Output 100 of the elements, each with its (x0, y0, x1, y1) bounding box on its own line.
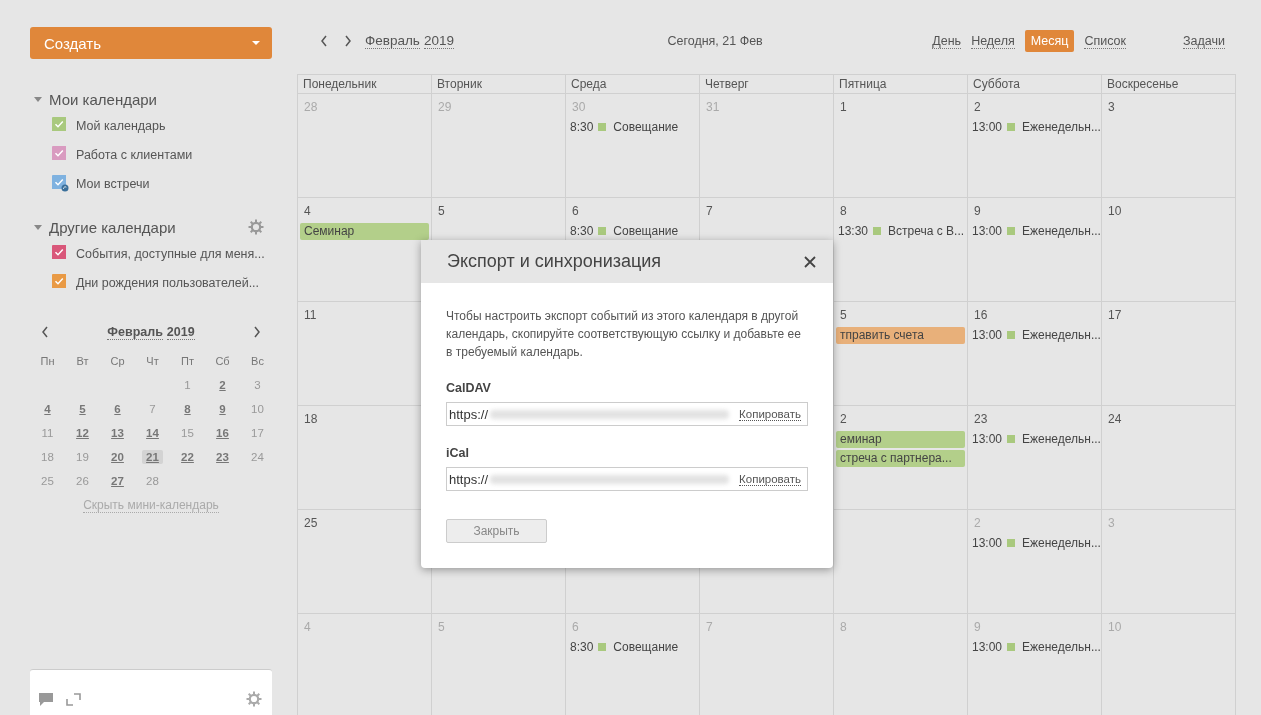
event-time[interactable]: 13:00 (972, 120, 1003, 134)
calendar-day[interactable]: 5 (75, 402, 90, 416)
year-link[interactable]: 2019 (166, 324, 195, 340)
today-date[interactable]: Сегодня, 21 Фев (667, 34, 763, 48)
calendar-day[interactable]: 9 (215, 402, 230, 416)
calendar-day[interactable]: 8 (180, 402, 195, 416)
calendar-name[interactable]: Работа с клиентами (76, 147, 193, 162)
calendar-day[interactable]: 13 (107, 426, 128, 440)
day-number: 9 (974, 203, 981, 219)
day-number: 18 (304, 411, 318, 427)
calendar-day[interactable]: 22 (177, 450, 198, 464)
calendar-day[interactable]: 20 (107, 450, 128, 464)
weekday-header: Вторник (436, 76, 483, 93)
event-bar[interactable]: тправить счета (836, 327, 965, 344)
chat-icon[interactable] (38, 692, 54, 707)
event-title[interactable]: Совещание (613, 640, 679, 654)
event-title[interactable]: Еженедельн... (1022, 120, 1101, 134)
checkbox[interactable] (52, 245, 69, 262)
day-number: 10 (1108, 203, 1122, 219)
calendar-day[interactable]: 6 (110, 402, 125, 416)
event-time[interactable]: 13:00 (972, 432, 1003, 446)
expand-icon[interactable] (66, 692, 81, 707)
day-number: 5 (438, 203, 445, 219)
expand-arrow-icon[interactable] (34, 96, 42, 102)
weekday-header: Среда (570, 76, 608, 93)
day-number: 31 (706, 99, 720, 115)
event-title[interactable]: Встреча с В... (888, 224, 965, 238)
settings-icon[interactable] (246, 691, 262, 707)
calendar-group-title[interactable]: Мои календари (49, 90, 272, 108)
day-number: 11 (304, 307, 317, 323)
month-link[interactable]: Февраль (365, 33, 420, 49)
calendar-name[interactable]: События, доступные для меня... (76, 246, 265, 261)
view-tab[interactable]: Неделя (971, 33, 1015, 49)
expand-arrow-icon[interactable] (34, 224, 42, 230)
calendar-day[interactable]: 14 (142, 426, 163, 440)
view-tab[interactable]: День (932, 33, 962, 49)
weekday-header: Суббота (972, 76, 1021, 93)
url-field[interactable]: https:// Копировать (446, 402, 808, 426)
checkbox[interactable] (52, 175, 69, 192)
day-number: 17 (1108, 307, 1122, 323)
day-number: 30 (572, 99, 586, 115)
tasks-link[interactable]: Задачи (1183, 33, 1225, 49)
field-label: iCal (446, 446, 470, 460)
event-bar[interactable]: еминар (836, 431, 965, 448)
calendar-day[interactable]: 2 (215, 378, 230, 392)
event-time[interactable]: 13:00 (972, 536, 1003, 550)
calendar-day[interactable]: 16 (212, 426, 233, 440)
event-time[interactable]: 8:30 (570, 224, 594, 238)
calendar-day[interactable]: 12 (72, 426, 93, 440)
close-icon (803, 254, 817, 269)
calendar-group-title[interactable]: Другие календари (49, 218, 248, 236)
weekday-header: Четверг (704, 76, 750, 93)
calendar-day[interactable]: 23 (212, 450, 233, 464)
event-title[interactable]: Совещание (613, 224, 679, 238)
month-link[interactable]: Февраль (107, 324, 163, 340)
event-bar[interactable]: Семинар (300, 223, 429, 240)
event-title[interactable]: Еженедельн... (1022, 432, 1101, 446)
close-button[interactable]: Закрыть (446, 519, 547, 543)
event-time[interactable]: 13:00 (972, 224, 1003, 238)
event-time[interactable]: 8:30 (570, 640, 594, 654)
checkbox[interactable] (52, 117, 69, 134)
checkbox[interactable] (52, 146, 69, 163)
event-bar[interactable]: стреча с партнера... (836, 450, 965, 467)
day-number: 8 (840, 203, 847, 219)
weekday-header: Воскресенье (1106, 76, 1180, 93)
settings-icon[interactable] (248, 219, 264, 235)
event-title[interactable]: Совещание (613, 120, 679, 134)
day-number: 28 (304, 99, 318, 115)
weekday-label: Пн (40, 355, 55, 367)
view-tab[interactable]: Список (1084, 33, 1126, 49)
calendar-name[interactable]: Мои встречи (76, 176, 150, 191)
event-title[interactable]: Еженедельн... (1022, 328, 1101, 342)
caret-icon (252, 41, 260, 45)
day-number: 4 (304, 203, 311, 219)
day-number: 2 (974, 99, 981, 115)
event-time[interactable]: 13:00 (972, 640, 1003, 654)
event-time[interactable]: 13:30 (838, 224, 869, 238)
day-number: 29 (438, 99, 452, 115)
dialog-description: Чтобы настроить экспорт событий из этого календаря в другой календарь, скопируйте соответствующую ссылку и добавьте ее в требуемый календарь. (446, 308, 802, 361)
event-time[interactable]: 13:00 (972, 328, 1003, 342)
calendar-name[interactable]: Дни рождения пользователей... (76, 275, 260, 290)
event-title[interactable]: Еженедельн... (1022, 224, 1101, 238)
field-label: CalDAV (446, 381, 492, 395)
year-link[interactable]: 2019 (423, 33, 454, 49)
checkbox[interactable] (52, 274, 69, 291)
event-title[interactable]: Еженедельн... (1022, 640, 1101, 654)
day-number: 5 (840, 307, 847, 323)
copy-link[interactable]: Копировать (739, 407, 801, 421)
event-title[interactable]: Еженедельн... (1022, 536, 1101, 550)
weekday-header: Пятница (838, 76, 888, 93)
calendar-day[interactable]: 4 (40, 402, 55, 416)
event-time[interactable]: 8:30 (570, 120, 594, 134)
url-field[interactable]: https:// Копировать (446, 467, 808, 491)
calendar-name[interactable]: Мой календарь (76, 118, 166, 133)
weekday-label: Сб (215, 355, 230, 367)
weekday-label: Пт (181, 355, 194, 367)
copy-link[interactable]: Копировать (739, 472, 801, 486)
calendar-day[interactable]: 27 (107, 474, 128, 488)
day-number: 6 (572, 619, 579, 635)
dialog-title: Экспорт и синхронизация (447, 251, 662, 272)
